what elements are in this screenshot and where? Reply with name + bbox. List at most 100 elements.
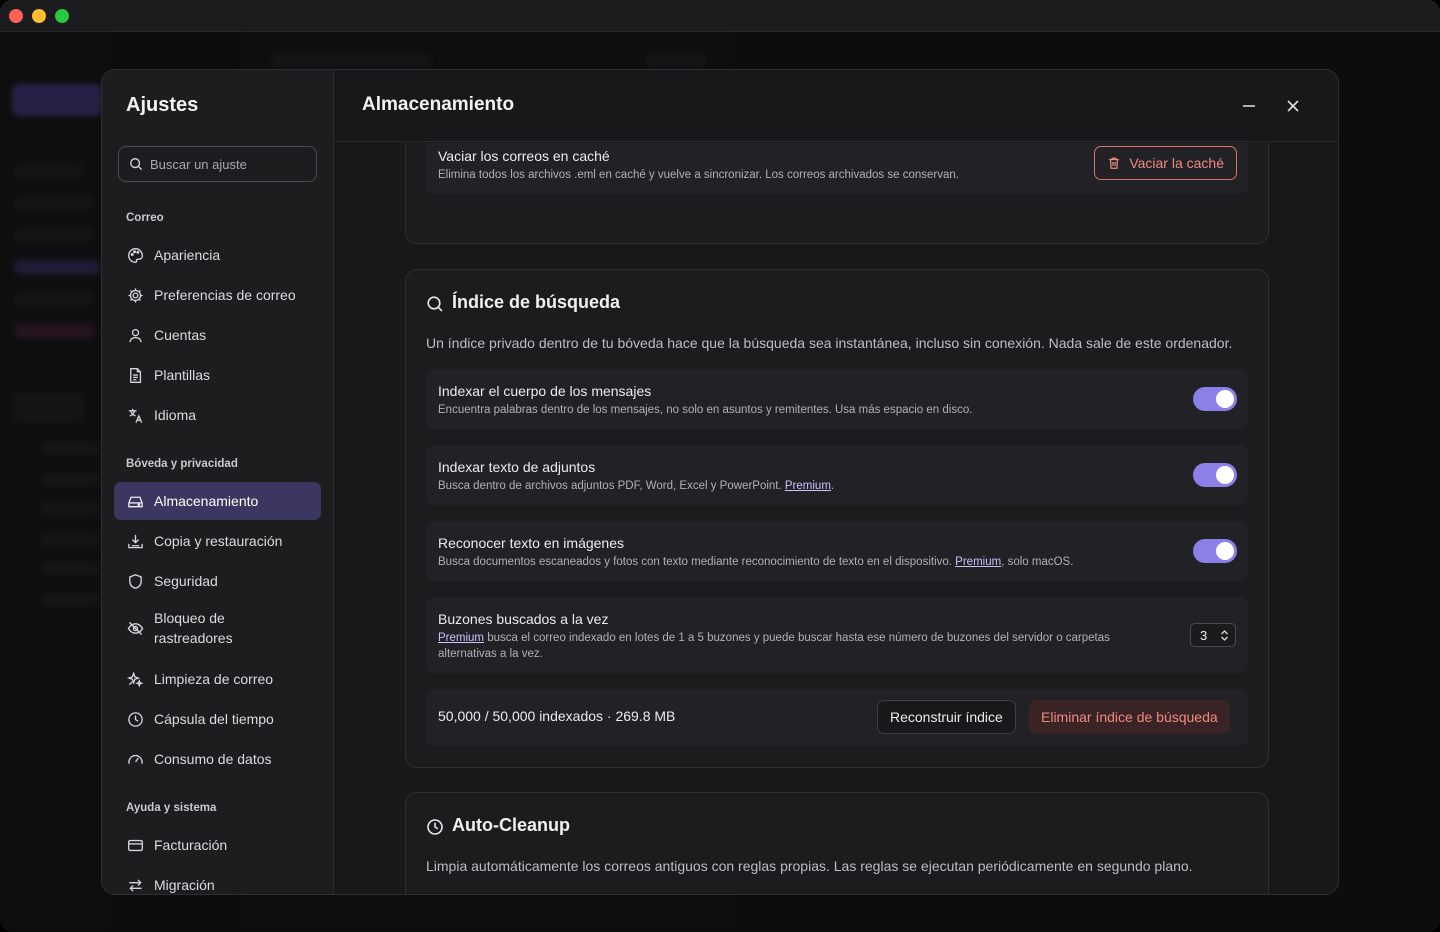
sidebar-item-cuentas[interactable]: Cuentas: [114, 316, 321, 354]
index-attachments-desc: Busca dentro de archivos adjuntos PDF, W…: [438, 480, 835, 492]
ocr-images-desc: Busca documentos escaneados y fotos con …: [438, 556, 1074, 568]
sidebar-item-label: Seguridad: [154, 573, 218, 589]
zoom-window-button[interactable]: [55, 9, 69, 23]
sidebar-item-label: Cuentas: [154, 327, 207, 343]
mailboxes-desc: Premium busca el correo indexado en lote…: [438, 632, 1110, 660]
download-tray-icon: [126, 532, 144, 550]
sidebar-item-copia[interactable]: Copia y restauración: [114, 522, 321, 560]
sidebar-item-label: Cápsula del tiempo: [154, 711, 274, 727]
sidebar-item-bloqueo[interactable]: Bloqueo de rastreadores: [114, 606, 321, 650]
settings-search[interactable]: [118, 146, 317, 182]
premium-link[interactable]: Premium: [785, 480, 831, 492]
app-window: Ajustes Correo Apariencia Preferencias d…: [0, 0, 1440, 932]
mailboxes-title: Buzones buscados a la vez: [438, 611, 609, 627]
index-status-row: 50,000 / 50,000 indexados · 269.8 MB Rec…: [426, 689, 1248, 746]
settings-sidebar: Ajustes Correo Apariencia Preferencias d…: [102, 70, 334, 894]
chevron-up-down-icon: [1221, 629, 1228, 641]
search-index-desc: Un índice privado dentro de tu bóveda ha…: [426, 335, 1233, 351]
sidebar-item-consumo[interactable]: Consumo de datos: [114, 740, 321, 778]
auto-cleanup-desc: Limpia automáticamente los correos antig…: [426, 858, 1193, 874]
search-index-card: Índice de búsqueda Un índice privado den…: [405, 269, 1269, 768]
section-label-correo: Correo: [126, 212, 164, 224]
clock-icon: [126, 710, 144, 728]
palette-icon: [126, 246, 144, 264]
index-body-title: Indexar el cuerpo de los mensajes: [438, 383, 652, 399]
arrows-swap-icon: [126, 876, 144, 894]
sidebar-item-preferencias[interactable]: Preferencias de correo: [114, 276, 321, 314]
sparkles-icon: [126, 670, 144, 688]
sidebar-item-plantillas[interactable]: Plantillas: [114, 356, 321, 394]
search-icon: [427, 296, 443, 312]
sidebar-item-label: Facturación: [154, 837, 228, 853]
delete-index-button[interactable]: Eliminar índice de búsqueda: [1029, 700, 1230, 734]
settings-modal: Ajustes Correo Apariencia Preferencias d…: [101, 69, 1339, 895]
index-attachments-row: Indexar texto de adjuntos Busca dentro d…: [426, 445, 1248, 505]
minimize-window-button[interactable]: [32, 9, 46, 23]
clear-cache-button[interactable]: Vaciar la caché: [1094, 146, 1237, 180]
index-attachments-toggle[interactable]: [1193, 463, 1237, 487]
sidebar-item-label: Limpieza de correo: [154, 671, 274, 687]
credit-card-icon: [126, 836, 144, 854]
search-icon: [130, 158, 143, 171]
sidebar-item-label: Plantillas: [154, 367, 211, 383]
ocr-images-row: Reconocer texto en imágenes Busca docume…: [426, 521, 1248, 581]
cache-row: Vaciar los correos en caché Elimina todo…: [426, 143, 1248, 194]
translate-icon: [126, 406, 144, 424]
ocr-images-toggle[interactable]: [1193, 539, 1237, 563]
search-index-title: Índice de búsqueda: [452, 292, 621, 312]
user-icon: [126, 326, 144, 344]
auto-cleanup-card: Auto-Cleanup Limpia automáticamente los …: [405, 792, 1269, 894]
section-label-boveda: Bóveda y privacidad: [126, 458, 238, 470]
sidebar-item-label: Preferencias de correo: [154, 287, 296, 303]
mailboxes-row: Buzones buscados a la vez Premium busca …: [426, 597, 1248, 673]
content-header: Almacenamiento: [334, 70, 1338, 142]
section-label-ayuda: Ayuda y sistema: [126, 802, 217, 814]
cache-card: Vaciar los correos en caché Elimina todo…: [405, 143, 1269, 244]
index-attachments-title: Indexar texto de adjuntos: [438, 459, 596, 475]
sidebar-item-label: Consumo de datos: [154, 751, 272, 767]
trash-icon: [1109, 157, 1120, 169]
sidebar-item-label: Almacenamiento: [154, 493, 259, 509]
document-icon: [126, 366, 144, 384]
index-body-row: Indexar el cuerpo de los mensajes Encuen…: [426, 369, 1248, 429]
page-title: Almacenamiento: [362, 94, 515, 115]
gauge-icon: [126, 750, 144, 768]
minus-icon: [1243, 105, 1255, 107]
close-window-button[interactable]: [9, 9, 23, 23]
close-icon: [1287, 100, 1299, 112]
content-scroll-area[interactable]: Vaciar los correos en caché Elimina todo…: [334, 143, 1338, 894]
ocr-images-title: Reconocer texto en imágenes: [438, 535, 624, 551]
sidebar-item-migracion[interactable]: Migración: [114, 866, 321, 894]
premium-link[interactable]: Premium: [438, 632, 484, 644]
sidebar-item-almacenamiento[interactable]: Almacenamiento: [114, 482, 321, 520]
sidebar-item-capsula[interactable]: Cápsula del tiempo: [114, 700, 321, 738]
sidebar-item-facturacion[interactable]: Facturación: [114, 826, 321, 864]
minimize-button[interactable]: [1239, 96, 1259, 116]
window-titlebar: [0, 0, 1440, 32]
sidebar-item-label: Migración: [154, 877, 215, 893]
index-body-desc: Encuentra palabras dentro de los mensaje…: [438, 404, 973, 416]
sidebar-item-seguridad[interactable]: Seguridad: [114, 562, 321, 600]
sidebar-item-label: Bloqueo de rastreadores: [154, 610, 233, 646]
shield-icon: [126, 572, 144, 590]
cache-title: Vaciar los correos en caché: [438, 148, 610, 164]
settings-content: Almacenamiento Vaciar los correos en cac…: [334, 70, 1338, 894]
close-button[interactable]: [1283, 96, 1303, 116]
search-input[interactable]: [150, 156, 310, 172]
gear-icon: [126, 286, 144, 304]
sidebar-item-apariencia[interactable]: Apariencia: [114, 236, 321, 274]
clock-icon: [427, 819, 443, 835]
clear-cache-label: Vaciar la caché: [1129, 155, 1224, 171]
sidebar-item-idioma[interactable]: Idioma: [114, 396, 321, 434]
premium-link[interactable]: Premium: [955, 556, 1001, 568]
auto-cleanup-title: Auto-Cleanup: [452, 815, 570, 835]
sidebar-item-limpieza[interactable]: Limpieza de correo: [114, 660, 321, 698]
index-status-text: 50,000 / 50,000 indexados · 269.8 MB: [438, 708, 676, 724]
rebuild-index-button[interactable]: Reconstruir índice: [877, 700, 1016, 734]
mailboxes-stepper[interactable]: 3: [1190, 623, 1236, 647]
sidebar-item-label: Idioma: [154, 407, 197, 423]
cache-desc: Elimina todos los archivos .eml en caché…: [438, 169, 959, 181]
index-body-toggle[interactable]: [1193, 387, 1237, 411]
eye-off-icon: [126, 619, 144, 637]
settings-title: Ajustes: [126, 94, 199, 116]
